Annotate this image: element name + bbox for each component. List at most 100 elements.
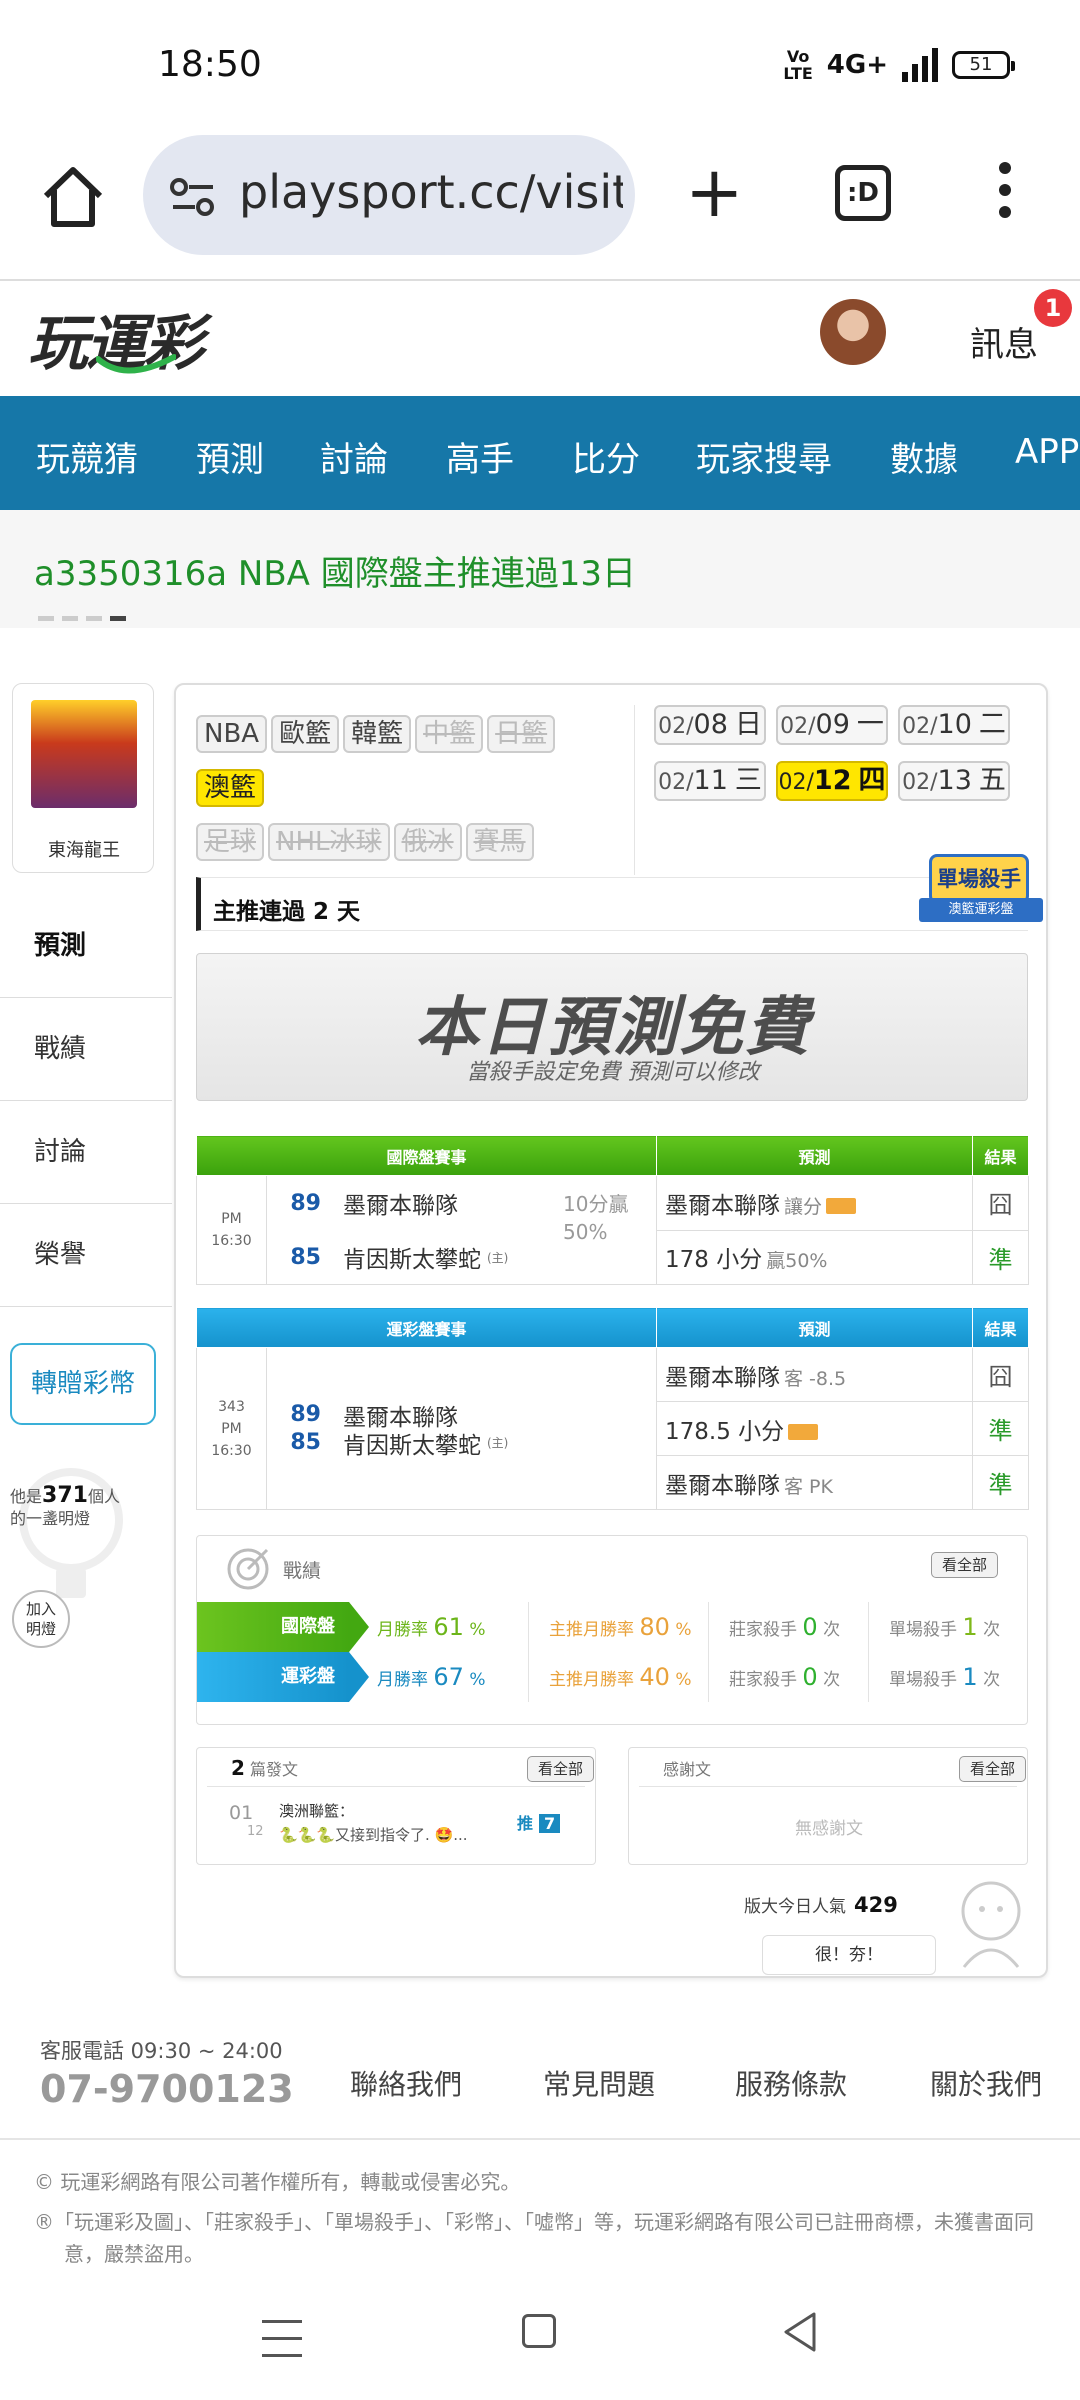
sport-tab[interactable]: 澳籃 [196, 769, 265, 807]
streak-bar: 主推連過 2 天 單場殺手 澳籃運彩盤 [196, 854, 1043, 931]
status-time: 18:50 [158, 44, 262, 85]
light-info: 他是371個人 的一盞明燈 [10, 1483, 120, 1529]
profile-image[interactable] [31, 700, 137, 808]
url-text[interactable]: playsport.cc/visit [239, 165, 623, 219]
volte-icon: Vo LTE [783, 47, 813, 83]
sport-tab-row: 澳籃 [196, 769, 626, 823]
new-tab-icon[interactable]: + [685, 157, 744, 227]
sport-tab[interactable]: 中籃 [415, 715, 484, 753]
messages-link[interactable]: 訊息 [970, 317, 1038, 366]
sport-tab[interactable]: 韓籃 [343, 715, 412, 753]
message-count-badge: 1 [1034, 289, 1072, 327]
date-button[interactable]: 02/12 四 [776, 761, 888, 801]
system-nav-bar [0, 2290, 1080, 2400]
team-name: 肯因斯太攀蛇 [343, 1247, 481, 1273]
home-icon[interactable] [38, 162, 108, 232]
date-button[interactable]: 02/11 三 [654, 761, 766, 801]
tab-switcher-button[interactable]: :D [835, 165, 891, 221]
result-mark: 囧 [972, 1347, 1030, 1402]
nav-item-app[interactable]: APP [1015, 432, 1079, 472]
network-type: 4G+ [826, 50, 888, 80]
posts-box: 2 篇發文 看全部 01 12 澳洲聯籃： 🐍🐍🐍又接到指令了. 🤩... 推7 [196, 1747, 596, 1865]
back-icon[interactable] [780, 2310, 820, 2354]
divider [639, 1786, 1017, 1787]
target-icon [227, 1548, 269, 1590]
site-header: 玩運彩 訊息 1 [0, 281, 1080, 396]
posts-see-all-button[interactable]: 看全部 [527, 1756, 595, 1782]
sport-tab[interactable]: 歐籃 [271, 715, 340, 753]
light-count: 371 [42, 1483, 88, 1508]
sport-tab[interactable]: 俄冰 [393, 823, 462, 861]
copyright: © 玩運彩網路有限公司著作權所有，轉載或侵害必究。 ®「玩運彩及圖」、「莊家殺手… [34, 2170, 1034, 2266]
intl-odds-table: 國際盤賽事 預測 結果 PM 16:30 89 墨爾本聯隊 85 肯因斯太攀蛇 (主)… [195, 1135, 1030, 1285]
profile-name[interactable]: 東海龍王 [13, 836, 155, 862]
browser-toolbar: playsport.cc/visit + :D [0, 130, 1080, 280]
join-light-button[interactable]: 加入 明燈 [12, 1590, 70, 1648]
date-button[interactable]: 02/13 五 [898, 761, 1010, 801]
sport-tab-row: 足球 NHL冰球 俄冰 賽馬 [196, 823, 626, 877]
nav-item-experts[interactable]: 高手 [446, 432, 514, 481]
game-teams: 89 墨爾本聯隊 85 肯因斯太攀蛇 (主) [265, 1347, 658, 1510]
system-home-icon[interactable] [522, 2314, 556, 2348]
profile-card[interactable]: 東海龍王 [12, 683, 154, 873]
push-count: 推7 [517, 1810, 561, 1834]
footer-link-about[interactable]: 關於我們 [930, 2063, 1042, 2103]
sport-tab[interactable]: 賽馬 [465, 823, 534, 861]
nav-item-player-search[interactable]: 玩家搜尋 [696, 432, 832, 481]
result-mark: 囧 [972, 1175, 1030, 1231]
pick-cell: 178.5 小分 [656, 1401, 974, 1456]
post-title[interactable]: 澳洲聯籃： [279, 1800, 354, 1821]
post-preview[interactable]: 🐍🐍🐍又接到指令了. 🤩... [279, 1824, 489, 1845]
side-item-predict[interactable]: 預測 [0, 895, 172, 998]
odds-tag-icon [788, 1424, 819, 1440]
more-menu-icon[interactable] [990, 162, 1020, 232]
result-mark: 準 [972, 1401, 1030, 1456]
record-see-all-button[interactable]: 看全部 [931, 1552, 999, 1578]
free-banner-subtitle: 當殺手設定免費 預測可以修改 [466, 1060, 760, 1085]
battery-icon: 51 [952, 51, 1015, 79]
popularity: 版大今日人氣 429 [744, 1893, 898, 1917]
side-item-honor[interactable]: 榮譽 [0, 1204, 172, 1307]
sport-tab[interactable]: NBA [196, 715, 268, 753]
sport-tab[interactable]: NHL冰球 [268, 823, 390, 861]
result-mark: 準 [972, 1229, 1030, 1285]
side-item-discuss[interactable]: 討論 [0, 1101, 172, 1204]
announcement-marquee[interactable]: a3350316a NBA 國際盤主推連過13日 [0, 510, 1080, 628]
marquee-text[interactable]: a3350316a NBA 國際盤主推連過13日 [34, 546, 636, 595]
post-index: 01 12 [229, 1802, 264, 1839]
single-killer-badge: 單場殺手 澳籃運彩盤 [919, 854, 1045, 936]
cool-button[interactable]: 很！夯！ [762, 1935, 936, 1975]
customer-service-phone[interactable]: 07-9700123 [40, 2067, 294, 2111]
recent-apps-icon[interactable] [262, 2320, 302, 2371]
thanks-see-all-button[interactable]: 看全部 [959, 1756, 1027, 1782]
team-name: 肯因斯太攀蛇 [343, 1432, 481, 1459]
streak-text: 主推連過 2 天 [213, 899, 361, 925]
nav-item-data[interactable]: 數據 [890, 432, 958, 481]
footer-link-contact[interactable]: 聯絡我們 [350, 2063, 462, 2103]
footer-link-faq[interactable]: 常見問題 [543, 2063, 655, 2103]
date-button[interactable]: 02/09 一 [776, 705, 888, 745]
footer-link-terms[interactable]: 服務條款 [735, 2063, 847, 2103]
pick-cell: 墨爾本聯隊 讓分 [656, 1175, 974, 1231]
side-item-record[interactable]: 戰績 [0, 998, 172, 1101]
site-settings-icon[interactable] [169, 177, 217, 217]
game-time: 343 PM 16:30 [196, 1347, 267, 1510]
status-icons: Vo LTE 4G+ 51 [783, 47, 1015, 83]
status-bar: 18:50 Vo LTE 4G+ 51 [0, 0, 1080, 130]
nav-item-discuss[interactable]: 討論 [320, 432, 388, 481]
team-score: 89 [290, 1402, 321, 1427]
marquee-pager [38, 616, 126, 621]
avatar[interactable] [820, 299, 886, 365]
url-bar[interactable]: playsport.cc/visit [143, 135, 635, 255]
pick-cell: 178 小分 贏50% [656, 1229, 974, 1285]
nav-item-predict[interactable]: 預測 [196, 432, 264, 481]
result-mark: 準 [972, 1455, 1030, 1510]
date-button[interactable]: 02/08 日 [654, 705, 766, 745]
sport-tab[interactable]: 日籃 [487, 715, 556, 753]
game-time: PM 16:30 [196, 1175, 267, 1285]
date-button[interactable]: 02/10 二 [898, 705, 1010, 745]
gift-coins-button[interactable]: 轉贈彩幣 [10, 1343, 156, 1425]
nav-item-scores[interactable]: 比分 [572, 432, 640, 481]
sport-tab[interactable]: 足球 [196, 823, 265, 861]
nav-item-guess[interactable]: 玩競猜 [36, 432, 138, 481]
